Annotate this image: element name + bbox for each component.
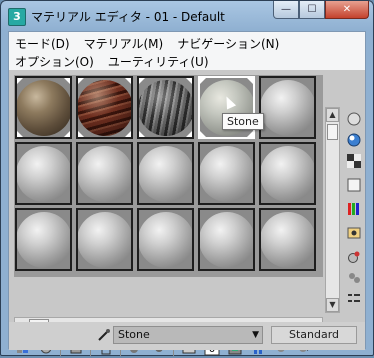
- sample-slot[interactable]: [259, 76, 316, 139]
- scene-material-corner-marker: [200, 131, 206, 137]
- sample-slot[interactable]: [198, 142, 255, 205]
- scene-material-corner-marker: [139, 78, 145, 84]
- scene-material-corner-marker: [247, 131, 253, 137]
- make-preview-icon[interactable]: [345, 224, 363, 242]
- material-name-value: Stone: [118, 328, 150, 341]
- sample-sphere: [78, 212, 131, 268]
- scroll-up-button[interactable]: ▲: [326, 108, 339, 122]
- menu-row-1: モード(D) マテリアル(M) ナビゲーション(N): [15, 35, 279, 52]
- sample-type-icon[interactable]: [345, 110, 363, 128]
- menu-row-2: オプション(O) ユーティリティ(U): [15, 53, 209, 70]
- sample-sphere: [261, 80, 314, 136]
- scene-material-corner-marker: [78, 78, 84, 84]
- sample-sphere: [17, 212, 70, 268]
- vertical-scroll-thumb[interactable]: [327, 124, 338, 140]
- sample-sphere: [17, 80, 70, 136]
- sample-slot[interactable]: [137, 208, 194, 271]
- menu-material[interactable]: マテリアル(M): [84, 35, 164, 52]
- sample-sphere: [139, 80, 192, 136]
- sample-slot[interactable]: [259, 208, 316, 271]
- window-title: マテリアル エディタ - 01 - Default: [31, 10, 225, 24]
- sample-sphere: [200, 146, 253, 202]
- client-area: モード(D) マテリアル(M) ナビゲーション(N) オプション(O) ユーティ…: [8, 31, 366, 356]
- sample-slot[interactable]: [76, 76, 133, 139]
- sample-slot[interactable]: [259, 142, 316, 205]
- scene-material-corner-marker: [17, 131, 23, 137]
- sample-sphere: [17, 146, 70, 202]
- chevron-down-icon[interactable]: ▼: [252, 327, 259, 343]
- sample-slot[interactable]: [15, 76, 72, 139]
- menu-navigation[interactable]: ナビゲーション(N): [177, 35, 279, 52]
- video-color-check-icon[interactable]: [345, 200, 363, 218]
- 3ds-max-app-icon[interactable]: 3: [8, 8, 26, 26]
- sample-sphere: [261, 146, 314, 202]
- pick-material-eyedropper-icon[interactable]: [97, 328, 111, 346]
- sample-sphere: [139, 146, 192, 202]
- minimize-button[interactable]: —: [273, 1, 299, 19]
- maximize-button[interactable]: ☐: [299, 1, 325, 19]
- material-editor-window: 3 マテリアル エディタ - 01 - Default — ☐ ✕ モード(D)…: [0, 0, 374, 356]
- menu-utilities[interactable]: ユーティリティ(U): [108, 53, 209, 70]
- sample-sphere: [200, 212, 253, 268]
- scene-material-corner-marker: [17, 78, 23, 84]
- close-button[interactable]: ✕: [325, 1, 369, 19]
- title-bar[interactable]: 3 マテリアル エディタ - 01 - Default — ☐ ✕: [1, 1, 373, 31]
- scene-material-corner-marker: [186, 78, 192, 84]
- scene-material-corner-marker: [200, 78, 206, 84]
- sample-slot-grid: [14, 75, 323, 277]
- menu-mode[interactable]: モード(D): [15, 35, 70, 52]
- select-by-material-icon[interactable]: [345, 268, 363, 286]
- scene-material-corner-marker: [64, 78, 70, 84]
- sample-sphere: [139, 212, 192, 268]
- sample-sphere: [78, 146, 131, 202]
- sample-slots-panel: ▲ ▼: [9, 70, 365, 356]
- sample-slot[interactable]: [198, 208, 255, 271]
- scene-material-corner-marker: [247, 78, 253, 84]
- sample-sphere: [78, 80, 131, 136]
- scroll-down-button[interactable]: ▼: [326, 298, 339, 312]
- scene-material-corner-marker: [64, 131, 70, 137]
- scene-material-corner-marker: [125, 78, 131, 84]
- material-name-field[interactable]: Stone ▼: [113, 326, 263, 344]
- menu-options[interactable]: オプション(O): [15, 53, 94, 70]
- uv-tiling-icon[interactable]: [345, 176, 363, 194]
- scene-material-corner-marker: [186, 131, 192, 137]
- vertical-scrollbar[interactable]: ▲ ▼: [325, 107, 340, 313]
- sample-slot[interactable]: [76, 142, 133, 205]
- scene-material-corner-marker: [139, 131, 145, 137]
- sample-sphere: [261, 212, 314, 268]
- sample-slot[interactable]: [76, 208, 133, 271]
- sample-slot[interactable]: [137, 76, 194, 139]
- options-icon[interactable]: [345, 248, 363, 266]
- menu-bar: モード(D) マテリアル(M) ナビゲーション(N) オプション(O) ユーティ…: [9, 32, 365, 70]
- sample-slot[interactable]: [137, 142, 194, 205]
- backlight-icon[interactable]: [345, 131, 363, 149]
- material-name-bar: Stone ▼ Standard: [9, 322, 365, 350]
- scene-material-corner-marker: [78, 131, 84, 137]
- sample-slot[interactable]: [15, 142, 72, 205]
- sample-slot[interactable]: [15, 208, 72, 271]
- material-type-button[interactable]: Standard: [271, 326, 357, 344]
- window-controls: — ☐ ✕: [273, 1, 369, 21]
- scene-material-corner-marker: [125, 131, 131, 137]
- background-checker-icon[interactable]: [345, 152, 363, 170]
- material-map-navigator-icon[interactable]: [345, 290, 363, 308]
- tooltip: Stone: [222, 113, 264, 130]
